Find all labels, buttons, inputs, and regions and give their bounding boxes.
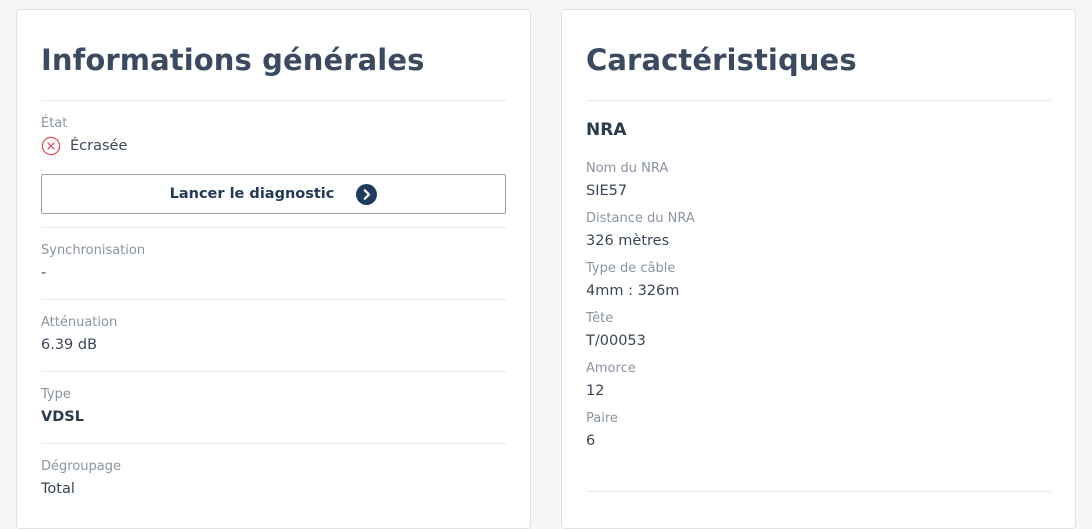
divider — [586, 491, 1051, 492]
nra-distance-label: Distance du NRA — [586, 211, 695, 226]
error-circle-icon — [41, 136, 61, 156]
primer-value: 12 — [586, 383, 605, 399]
nra-section-title: NRA — [586, 120, 627, 140]
type-label: Type — [41, 387, 71, 402]
cable-type-value: 4mm : 326m — [586, 283, 680, 299]
unbundling-value: Total — [41, 481, 75, 497]
divider — [41, 299, 506, 300]
divider — [586, 100, 1051, 101]
divider — [41, 443, 506, 444]
run-diagnostic-button[interactable]: Lancer le diagnostic — [41, 174, 506, 214]
run-diagnostic-label: Lancer le diagnostic — [169, 186, 335, 202]
attenuation-label: Atténuation — [41, 315, 118, 330]
general-info-title: Informations générales — [41, 43, 425, 77]
attenuation-value: 6.39 dB — [41, 337, 98, 353]
state-value: Écrasée — [41, 136, 127, 156]
divider — [41, 227, 506, 228]
nra-distance-value: 326 mètres — [586, 233, 670, 249]
pair-value: 6 — [586, 433, 596, 449]
head-value: T/00053 — [586, 333, 646, 349]
primer-label: Amorce — [586, 361, 636, 376]
nra-name-value: SIE57 — [586, 183, 628, 199]
head-label: Tête — [586, 311, 614, 326]
nra-name-label: Nom du NRA — [586, 161, 669, 176]
characteristics-card: Caractéristiques NRA Nom du NRA SIE57 Di… — [561, 9, 1076, 529]
characteristics-title: Caractéristiques — [586, 43, 857, 77]
general-info-card: Informations générales État Écrasée Lanc… — [16, 9, 531, 529]
state-text: Écrasée — [70, 138, 128, 154]
pair-label: Paire — [586, 411, 618, 426]
type-value: VDSL — [41, 409, 84, 425]
divider — [41, 371, 506, 372]
chevron-right-circle-icon — [356, 183, 378, 205]
cable-type-label: Type de câble — [586, 261, 676, 276]
sync-label: Synchronisation — [41, 243, 146, 258]
state-label: État — [41, 116, 68, 131]
unbundling-label: Dégroupage — [41, 459, 121, 474]
sync-value: - — [41, 265, 47, 281]
divider — [41, 100, 506, 101]
